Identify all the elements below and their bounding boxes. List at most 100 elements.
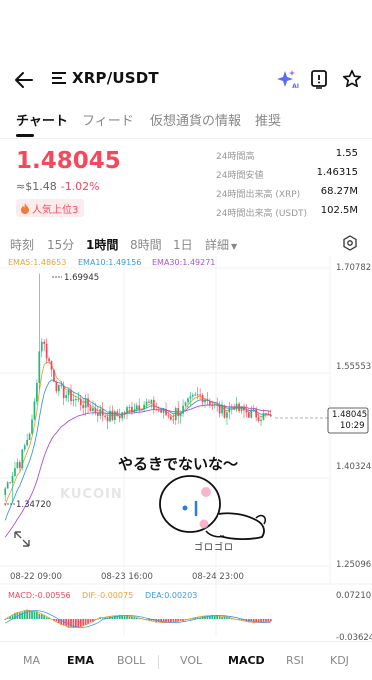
- candle-body: [148, 401, 150, 403]
- candle-body: [55, 381, 58, 392]
- ema10-legend: EMA10:1.49156: [78, 258, 141, 267]
- stat-label: 24時間高: [216, 152, 255, 162]
- stat-label: 24時間安値: [216, 171, 264, 181]
- candle-body: [75, 398, 77, 400]
- candle-body: [31, 419, 33, 434]
- ai-badge: AI: [292, 83, 299, 90]
- active-tab-indicator: [16, 134, 34, 137]
- candle-body: [11, 476, 14, 483]
- candle-countdown: 10:29: [340, 421, 365, 431]
- macd-bar: [55, 619, 58, 622]
- ai-assistant-button[interactable]: AI: [276, 69, 299, 90]
- ema-lines: [4, 361, 271, 538]
- indicator-macd[interactable]: MACD: [228, 654, 265, 667]
- interval-bar: 時刻 15分 1時間 8時間 1日 詳細 ▼: [0, 234, 372, 256]
- interval-1h[interactable]: 1時間: [86, 236, 118, 253]
- candle-body: [196, 394, 199, 396]
- sticker-overlay: やるきでないな〜 ゴロゴロ: [118, 455, 267, 553]
- candle-body: [72, 399, 75, 402]
- candle-body: [182, 405, 184, 414]
- indicator-ma[interactable]: MA: [23, 654, 40, 667]
- interval-8h[interactable]: 8時間: [130, 236, 162, 253]
- candle-body: [89, 406, 92, 411]
- candle-body: [116, 411, 119, 417]
- fullscreen-icon[interactable]: [14, 531, 30, 547]
- candle-body: [240, 406, 243, 412]
- candle-body: [216, 404, 219, 406]
- favorite-button[interactable]: [342, 69, 362, 89]
- candle-body: [128, 406, 131, 408]
- candle-body: [238, 403, 240, 412]
- candle-body: [209, 400, 211, 406]
- indicator-kdj[interactable]: KDJ: [330, 654, 349, 667]
- indicator-ema[interactable]: EMA: [67, 654, 94, 667]
- pair-selector[interactable]: XRP/USDT: [52, 69, 159, 87]
- macd-bar: [265, 619, 267, 622]
- candle-body: [121, 412, 124, 419]
- macd-bar: [82, 619, 85, 626]
- candlestick-chart[interactable]: EMA5:1.48653 EMA10:1.49156 EMA30:1.49271…: [0, 256, 372, 641]
- stat-low: 24時間安値 1.46315: [216, 167, 358, 186]
- candle-body: [33, 401, 36, 420]
- price-alert-button[interactable]: [310, 69, 328, 89]
- interval-more[interactable]: 詳細 ▼: [205, 236, 237, 253]
- hot-rank-badge[interactable]: 人気上位3: [16, 199, 85, 217]
- macd-bar: [31, 610, 33, 619]
- candle-body: [126, 407, 128, 414]
- section-tabs: チャート フィード 仮想通貨の情報 推奨: [0, 108, 372, 138]
- tab-chart[interactable]: チャート: [16, 110, 68, 129]
- interval-15m[interactable]: 15分: [47, 236, 74, 253]
- time-axis-label: 08-23 16:00: [101, 572, 153, 582]
- candle-body: [152, 399, 155, 410]
- candle-body: [38, 351, 41, 383]
- candle-body: [191, 394, 194, 397]
- back-button[interactable]: [12, 68, 36, 92]
- macd-axis-label: -0.03624: [336, 633, 372, 641]
- indicator-vol[interactable]: VOL: [180, 654, 202, 667]
- tab-recommend[interactable]: 推奨: [255, 110, 281, 129]
- top-bar: XRP/USDT AI: [0, 62, 372, 98]
- macd-bar: [45, 617, 48, 619]
- candle-body: [36, 382, 38, 402]
- candle-body: [101, 409, 104, 416]
- macd-bar: [33, 611, 36, 619]
- tab-feed[interactable]: フィード: [82, 110, 134, 129]
- exchange-watermark: KUCOIN: [60, 487, 123, 502]
- candle-body: [26, 439, 28, 446]
- candle-body: [172, 419, 175, 421]
- macd-bar: [131, 616, 133, 619]
- settings-hexagon-icon: [343, 235, 357, 251]
- candle-body: [262, 413, 265, 420]
- indicator-boll[interactable]: BOLL: [117, 654, 145, 667]
- candle-body: [21, 449, 24, 468]
- candle-body: [138, 405, 141, 410]
- candle-body: [221, 405, 223, 414]
- price-axis-label: 1.55553: [336, 362, 371, 372]
- dif-legend: DIF:-0.00075: [82, 591, 133, 600]
- candle-body: [92, 408, 94, 411]
- interval-time[interactable]: 時刻: [10, 236, 34, 253]
- chart-settings-button[interactable]: [342, 235, 358, 255]
- indicator-divider: [158, 655, 159, 669]
- macd-bar: [38, 613, 41, 619]
- interval-more-label: 詳細: [205, 238, 230, 252]
- candle-body: [269, 414, 272, 417]
- candle-body: [70, 389, 72, 402]
- candle-body: [248, 412, 250, 418]
- interval-1d[interactable]: 1日: [173, 236, 193, 253]
- price-chart[interactable]: EMA5:1.48653 EMA10:1.49156 EMA30:1.49271…: [0, 256, 372, 641]
- indicator-rsi[interactable]: RSI: [286, 654, 304, 667]
- macd-bar: [89, 619, 92, 622]
- macd-bar: [167, 619, 170, 623]
- tab-crypto-info[interactable]: 仮想通貨の情報: [150, 110, 241, 129]
- candle-body: [79, 398, 82, 406]
- price-axis-label: 1.40324: [336, 462, 371, 472]
- stat-value: 1.55: [335, 148, 358, 159]
- lazy-character-sticker: [159, 475, 267, 541]
- time-axis-label: 08-22 09:00: [10, 572, 62, 582]
- macd-bar: [70, 619, 72, 628]
- candle-body: [114, 411, 116, 421]
- candle-body: [157, 409, 160, 411]
- dropdown-caret-icon: ▼: [231, 242, 238, 251]
- pair-title: XRP/USDT: [72, 69, 159, 87]
